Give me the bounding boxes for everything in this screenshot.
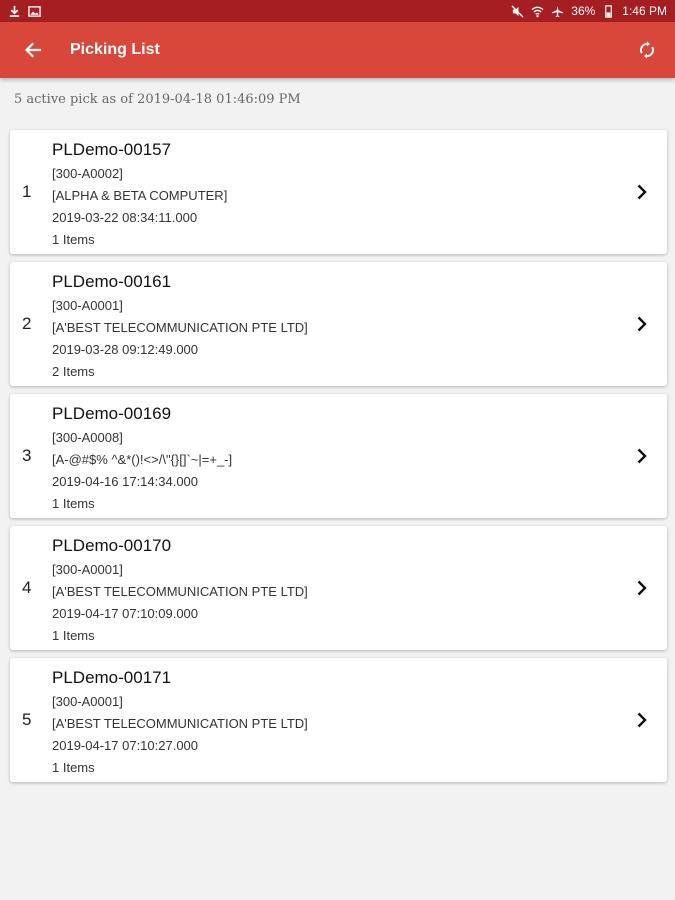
item-count: 1 Items xyxy=(52,628,95,643)
chevron-right-icon[interactable] xyxy=(635,130,649,254)
pick-number: PLDemo-00170 xyxy=(52,536,172,555)
pick-card[interactable]: 5 PLDemo-00171 [300-A0001] [A'BEST TELEC… xyxy=(10,658,667,782)
chevron-right-icon[interactable] xyxy=(635,394,649,518)
customer-code: [300-A0002] xyxy=(52,166,123,181)
pick-index: 2 xyxy=(22,314,32,333)
pick-datetime: 2019-04-17 07:10:09.000 xyxy=(52,606,199,621)
pick-details: PLDemo-00157 [300-A0002] [ALPHA & BETA C… xyxy=(52,139,227,251)
app-bar: Picking List xyxy=(0,22,675,78)
item-count: 1 Items xyxy=(52,496,95,511)
pick-datetime: 2019-04-17 07:10:27.000 xyxy=(52,738,199,753)
pick-index: 1 xyxy=(22,182,32,201)
pick-index: 5 xyxy=(22,710,32,729)
pick-details: PLDemo-00171 [300-A0001] [A'BEST TELECOM… xyxy=(52,667,308,779)
pick-card[interactable]: 3 PLDemo-00169 [300-A0008] [A-@#$% ^&*()… xyxy=(10,394,667,518)
active-pick-summary: 5 active pick as of 2019-04-18 01:46:09 … xyxy=(14,92,301,107)
customer-code: [300-A0001] xyxy=(52,298,123,313)
picking-list: 1 PLDemo-00157 [300-A0002] [ALPHA & BETA… xyxy=(10,130,667,790)
pick-index: 3 xyxy=(22,446,32,465)
chevron-right-icon[interactable] xyxy=(635,658,649,782)
pick-number: PLDemo-00171 xyxy=(52,668,172,687)
download-icon xyxy=(9,5,20,17)
airplane-icon xyxy=(552,5,564,17)
refresh-icon xyxy=(640,41,654,59)
pick-datetime: 2019-03-28 09:12:49.000 xyxy=(52,342,199,357)
arrow-left-icon xyxy=(24,42,42,58)
item-count: 1 Items xyxy=(52,760,95,775)
pick-index: 4 xyxy=(22,578,32,597)
image-icon xyxy=(28,5,41,17)
customer-code: [300-A0001] xyxy=(52,694,123,709)
battery-percent: 36% xyxy=(571,4,596,18)
mute-icon xyxy=(511,4,524,18)
item-count: 2 Items xyxy=(52,364,95,379)
pick-card[interactable]: 1 PLDemo-00157 [300-A0002] [ALPHA & BETA… xyxy=(10,130,667,254)
pick-details: PLDemo-00161 [300-A0001] [A'BEST TELECOM… xyxy=(52,271,308,383)
pick-number: PLDemo-00169 xyxy=(52,404,172,423)
customer-name: [A-@#$% ^&*()!<>/\"{}[]`~|=+_-] xyxy=(52,452,233,467)
battery-icon xyxy=(605,4,613,18)
back-button[interactable] xyxy=(0,22,66,78)
item-count: 1 Items xyxy=(52,232,95,247)
pick-card[interactable]: 2 PLDemo-00161 [300-A0001] [A'BEST TELEC… xyxy=(10,262,667,386)
pick-details: PLDemo-00170 [300-A0001] [A'BEST TELECOM… xyxy=(52,535,308,647)
customer-name: [ALPHA & BETA COMPUTER] xyxy=(52,188,228,203)
pick-datetime: 2019-04-16 17:14:34.000 xyxy=(52,474,199,489)
pick-details: PLDemo-00169 [300-A0008] [A-@#$% ^&*()!<… xyxy=(52,403,232,515)
chevron-right-icon[interactable] xyxy=(635,526,649,650)
customer-code: [300-A0001] xyxy=(52,562,123,577)
refresh-button[interactable] xyxy=(619,22,675,78)
page-title: Picking List xyxy=(70,41,160,58)
clock: 1:46 PM xyxy=(622,4,667,18)
pick-card[interactable]: 4 PLDemo-00170 [300-A0001] [A'BEST TELEC… xyxy=(10,526,667,650)
pick-datetime: 2019-03-22 08:34:11.000 xyxy=(52,210,198,225)
customer-code: [300-A0008] xyxy=(52,430,123,445)
pick-number: PLDemo-00157 xyxy=(52,140,172,159)
status-right: 36% 1:46 PM xyxy=(511,4,667,18)
customer-name: [A'BEST TELECOMMUNICATION PTE LTD] xyxy=(52,584,308,599)
pick-number: PLDemo-00161 xyxy=(52,272,172,291)
status-left xyxy=(8,5,41,18)
status-bar: 36% 1:46 PM xyxy=(0,0,675,22)
customer-name: [A'BEST TELECOMMUNICATION PTE LTD] xyxy=(52,320,308,335)
chevron-right-icon[interactable] xyxy=(635,262,649,386)
wifi-icon xyxy=(531,6,544,17)
customer-name: [A'BEST TELECOMMUNICATION PTE LTD] xyxy=(52,716,308,731)
